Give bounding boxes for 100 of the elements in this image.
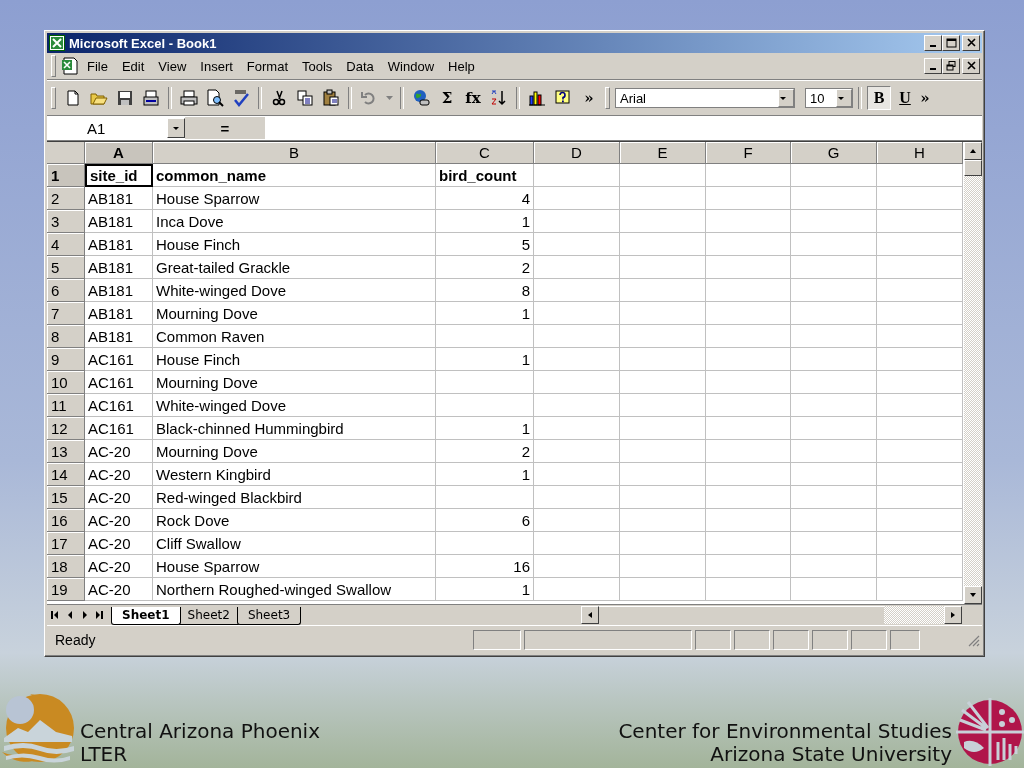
column-header[interactable]: G [791, 142, 877, 164]
table-cell: AC-20 [85, 555, 153, 578]
table-cell: 1 [436, 210, 534, 233]
row-header[interactable]: 19 [47, 578, 85, 601]
table-cell: AC-20 [85, 440, 153, 463]
status-panel [890, 630, 920, 650]
row-header[interactable]: 12 [47, 417, 85, 440]
table-cell: 6 [436, 509, 534, 532]
status-panel [773, 630, 809, 650]
toolbar-button[interactable]: fx [461, 86, 485, 110]
table-cell: 1 [436, 463, 534, 486]
sort-ascending-icon [490, 89, 508, 107]
row-header[interactable]: 9 [47, 348, 85, 371]
table-cell: House Finch [153, 348, 436, 371]
table-cell: 16 [436, 555, 534, 578]
row-header[interactable]: 13 [47, 440, 85, 463]
toolbar-button[interactable]: » [577, 86, 601, 110]
printer-icon [180, 89, 198, 107]
menu-item[interactable]: Edit [115, 56, 151, 76]
first-arrow-icon [51, 611, 58, 619]
copy-icon [296, 89, 314, 107]
table-cell: Inca Dove [153, 210, 436, 233]
menu-item[interactable]: Insert [194, 56, 239, 76]
table-cell: AB181 [85, 256, 153, 279]
column-header[interactable]: H [877, 142, 963, 164]
magnifier-page-icon [206, 89, 224, 107]
format-button[interactable]: B [867, 86, 891, 110]
minimize-icon [930, 68, 936, 70]
format-button[interactable]: U [893, 86, 917, 110]
dropdown-arrow-icon [837, 94, 845, 102]
table-cell: 2 [436, 440, 534, 463]
resize-grip-icon[interactable] [966, 633, 980, 647]
table-cell: AC-20 [85, 463, 153, 486]
horizontal-scrollbar[interactable] [581, 606, 962, 624]
dropdown-arrow-icon [172, 124, 180, 132]
scroll-thumb[interactable] [964, 160, 982, 176]
row-header[interactable]: 16 [47, 509, 85, 532]
table-cell: AB181 [85, 210, 153, 233]
row-header[interactable]: 17 [47, 532, 85, 555]
row-header[interactable]: 3 [47, 210, 85, 233]
menu-item[interactable]: Tools [296, 56, 339, 76]
menu-item[interactable]: Help [442, 56, 481, 76]
row-header[interactable]: 15 [47, 486, 85, 509]
table-cell: Black-chinned Hummingbird [153, 417, 436, 440]
menu-item[interactable]: Data [340, 56, 380, 76]
row-header[interactable]: 10 [47, 371, 85, 394]
vertical-scrollbar[interactable] [964, 142, 982, 604]
row-header[interactable]: 8 [47, 325, 85, 348]
table-cell: AB181 [85, 325, 153, 348]
scissors-icon [270, 89, 288, 107]
close-button[interactable] [962, 58, 980, 74]
last-arrow-icon [96, 611, 103, 619]
sheet-tab[interactable]: Sheet3 [236, 607, 302, 625]
column-header[interactable]: D [534, 142, 620, 164]
table-cell: AB181 [85, 279, 153, 302]
row-header[interactable]: 18 [47, 555, 85, 578]
left-arrow-icon [586, 611, 594, 619]
row-header[interactable]: 14 [47, 463, 85, 486]
menu-item[interactable]: View [152, 56, 193, 76]
row-header[interactable]: 2 [47, 187, 85, 210]
row-header[interactable]: 6 [47, 279, 85, 302]
column-header[interactable]: C [436, 142, 534, 164]
table-cell: AC161 [85, 417, 153, 440]
font-field[interactable]: Arial [615, 88, 795, 108]
table-cell: Mourning Dove [153, 302, 436, 325]
left-arrow-icon [67, 611, 72, 619]
close-button[interactable] [962, 35, 980, 51]
table-cell: Common Raven [153, 325, 436, 348]
table-cell: Cliff Swallow [153, 532, 436, 555]
font-size-field[interactable]: 10 [805, 88, 853, 108]
organization-name: Central Arizona Phoenix [80, 720, 320, 743]
toolbar-button[interactable]: Σ [435, 86, 459, 110]
column-header[interactable]: F [706, 142, 791, 164]
menu-item[interactable]: File [81, 56, 114, 76]
row-header[interactable]: 1 [47, 164, 85, 187]
workbook-icon[interactable] [61, 57, 79, 75]
row-header[interactable]: 5 [47, 256, 85, 279]
minimize-button[interactable] [924, 58, 942, 74]
menu-item[interactable]: Format [240, 56, 294, 76]
maximize-button[interactable] [942, 35, 960, 51]
menu-item[interactable]: Window [381, 56, 441, 76]
undo-icon [360, 89, 378, 107]
row-header[interactable]: 4 [47, 233, 85, 256]
row-header[interactable]: 7 [47, 302, 85, 325]
toolbar-options-button[interactable]: » [919, 86, 931, 110]
column-header[interactable]: A [85, 142, 153, 164]
restore-button[interactable] [942, 58, 960, 74]
column-header[interactable]: B [153, 142, 436, 164]
column-header[interactable]: E [620, 142, 706, 164]
table-cell: 1 [436, 348, 534, 371]
clipboard-icon [322, 89, 340, 107]
table-cell: House Sparrow [153, 187, 436, 210]
sheet-tab[interactable]: Sheet1 [111, 607, 181, 625]
table-cell: Red-winged Blackbird [153, 486, 436, 509]
minimize-button[interactable] [924, 35, 942, 51]
table-cell: bird_count [436, 164, 534, 187]
select-all-button[interactable] [47, 142, 85, 164]
row-header[interactable]: 11 [47, 394, 85, 417]
organization-name: LTER [80, 743, 129, 766]
equals-button[interactable]: = [185, 117, 265, 139]
